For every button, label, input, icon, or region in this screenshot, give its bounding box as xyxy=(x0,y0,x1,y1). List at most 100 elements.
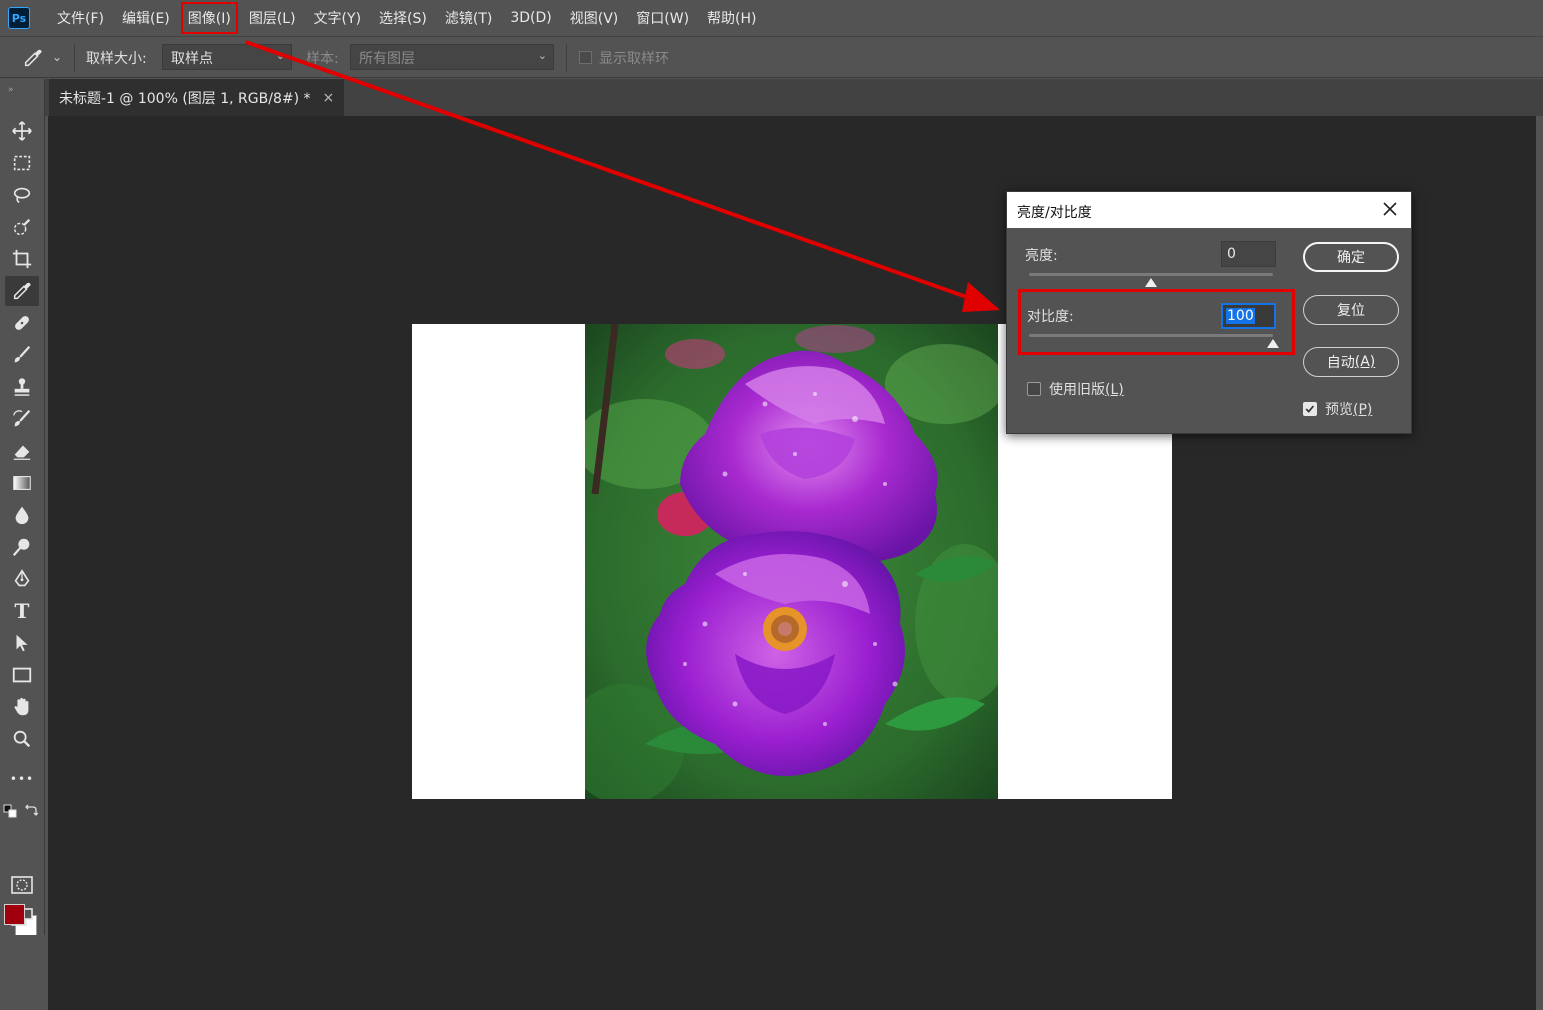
ps-logo: Ps xyxy=(8,7,30,29)
eyedropper-icon xyxy=(13,282,31,300)
gradient-tool[interactable] xyxy=(5,468,39,498)
preview-checkbox[interactable] xyxy=(1303,402,1317,416)
crop-tool[interactable] xyxy=(5,244,39,274)
menu-image[interactable]: 图像(I) xyxy=(179,0,240,36)
swap-colors-icon[interactable] xyxy=(24,803,38,817)
menu-view[interactable]: 视图(V) xyxy=(561,0,628,36)
eraser-icon xyxy=(13,445,31,460)
contrast-slider-track[interactable] xyxy=(1029,334,1273,337)
blur-icon xyxy=(15,506,29,525)
peony-illustration xyxy=(585,324,998,799)
auto-button[interactable]: 自动 (A) xyxy=(1303,347,1399,377)
show-ring-label: 显示取样环 xyxy=(599,51,669,67)
menu-layer[interactable]: 图层(L) xyxy=(240,0,305,36)
hand-icon xyxy=(14,697,29,716)
menu-file[interactable]: 文件(F) xyxy=(48,0,113,36)
menu-select[interactable]: 选择(S) xyxy=(370,0,436,36)
dialog-title-bar[interactable]: 亮度/对比度 xyxy=(1007,192,1411,228)
history-brush-tool[interactable] xyxy=(5,404,39,434)
eraser-tool[interactable] xyxy=(5,436,39,466)
quick-select-tool[interactable] xyxy=(5,212,39,242)
legacy-checkbox[interactable] xyxy=(1027,382,1041,396)
preview-label-text: 预览 xyxy=(1325,402,1353,418)
sample-label: 样本: xyxy=(306,51,339,67)
lasso-tool[interactable] xyxy=(5,180,39,210)
sample-size-value: 取样点 xyxy=(171,51,213,67)
path-select-icon xyxy=(16,634,28,652)
menu-bar: Ps 文件(F) 编辑(E) 图像(I) 图层(L) 文字(Y) 选择(S) 滤… xyxy=(0,0,1543,36)
sample-select[interactable]: 所有图层 ⌄ xyxy=(350,44,554,70)
eyedropper-icon[interactable] xyxy=(22,47,44,69)
close-icon[interactable] xyxy=(1381,200,1399,218)
default-colors-icon[interactable] xyxy=(3,804,17,818)
text-icon: T xyxy=(14,599,30,623)
brush-icon xyxy=(14,346,31,363)
tools-panel: » T ••• xyxy=(0,79,45,937)
move-tool[interactable] xyxy=(5,116,39,146)
contrast-label: 对比度: xyxy=(1027,309,1074,325)
options-separator xyxy=(74,44,75,72)
show-ring-checkbox[interactable] xyxy=(579,51,592,64)
hand-tool[interactable] xyxy=(5,692,39,722)
menu-filter[interactable]: 滤镜(T) xyxy=(436,0,501,36)
flower-image[interactable] xyxy=(585,324,998,799)
text-tool[interactable]: T xyxy=(5,596,39,626)
rectangle-tool[interactable] xyxy=(5,660,39,690)
tool-preset-chevron-icon[interactable]: ⌄ xyxy=(52,50,62,64)
dodge-tool[interactable] xyxy=(5,532,39,562)
preview-shortcut: (P) xyxy=(1353,402,1373,418)
close-icon[interactable]: × xyxy=(323,90,335,106)
history-brush-icon xyxy=(13,410,31,427)
brightness-label: 亮度: xyxy=(1025,248,1058,264)
brightness-value: 0 xyxy=(1227,246,1236,262)
contrast-slider-thumb[interactable] xyxy=(1267,339,1279,348)
menu-help[interactable]: 帮助(H) xyxy=(698,0,765,36)
document-tab[interactable]: 未标题-1 @ 100% (图层 1, RGB/8#) * × xyxy=(49,79,345,116)
pen-icon xyxy=(14,569,30,587)
dialog-title: 亮度/对比度 xyxy=(1017,205,1092,221)
options-bar: ⌄ 取样大小: 取样点 ⌄ 样本: 所有图层 ⌄ 显示取样环 xyxy=(0,36,1543,78)
options-separator xyxy=(566,44,567,72)
sample-value: 所有图层 xyxy=(359,51,415,67)
document-tab-bar: 未标题-1 @ 100% (图层 1, RGB/8#) * × xyxy=(45,79,1543,116)
preview-label[interactable]: 预览(P) xyxy=(1325,399,1372,419)
healing-tool[interactable] xyxy=(5,308,39,338)
menu-3d[interactable]: 3D(D) xyxy=(501,0,560,36)
brightness-slider-thumb[interactable] xyxy=(1145,278,1157,287)
foreground-color-swatch[interactable] xyxy=(4,904,25,925)
menu-type[interactable]: 文字(Y) xyxy=(305,0,370,36)
crop-icon xyxy=(12,249,32,269)
panel-grip-icon[interactable]: » xyxy=(8,85,14,95)
scrollbar-strip[interactable] xyxy=(1536,116,1543,1010)
quick-mask-icon[interactable] xyxy=(10,875,34,895)
more-icon: ••• xyxy=(9,772,35,786)
brush-tool[interactable] xyxy=(5,340,39,370)
dodge-icon xyxy=(12,538,30,556)
legacy-label-text: 使用旧版 xyxy=(1049,382,1105,398)
stamp-tool[interactable] xyxy=(5,372,39,402)
brightness-slider-track[interactable] xyxy=(1029,273,1273,276)
brightness-input[interactable]: 0 xyxy=(1221,241,1276,267)
contrast-value: 100 xyxy=(1226,308,1255,324)
gradient-icon xyxy=(13,476,31,490)
zoom-tool[interactable] xyxy=(5,724,39,754)
healing-icon xyxy=(15,316,29,330)
legacy-label[interactable]: 使用旧版(L) xyxy=(1049,379,1124,399)
path-select-tool[interactable] xyxy=(5,628,39,658)
eyedropper-tool[interactable] xyxy=(5,276,39,306)
check-icon xyxy=(1305,405,1315,413)
reset-button[interactable]: 复位 xyxy=(1303,295,1399,325)
sample-size-select[interactable]: 取样点 ⌄ xyxy=(162,44,292,70)
more-tools[interactable]: ••• xyxy=(5,764,39,794)
sample-size-label: 取样大小: xyxy=(86,51,147,67)
menu-edit[interactable]: 编辑(E) xyxy=(113,0,179,36)
blur-tool[interactable] xyxy=(5,500,39,530)
marquee-icon xyxy=(13,155,31,171)
pen-tool[interactable] xyxy=(5,564,39,594)
ok-button[interactable]: 确定 xyxy=(1303,242,1399,272)
contrast-input[interactable]: 100 xyxy=(1221,303,1276,329)
stamp-icon xyxy=(14,378,30,396)
quick-select-icon xyxy=(13,218,31,236)
menu-window[interactable]: 窗口(W) xyxy=(627,0,698,36)
marquee-tool[interactable] xyxy=(5,148,39,178)
